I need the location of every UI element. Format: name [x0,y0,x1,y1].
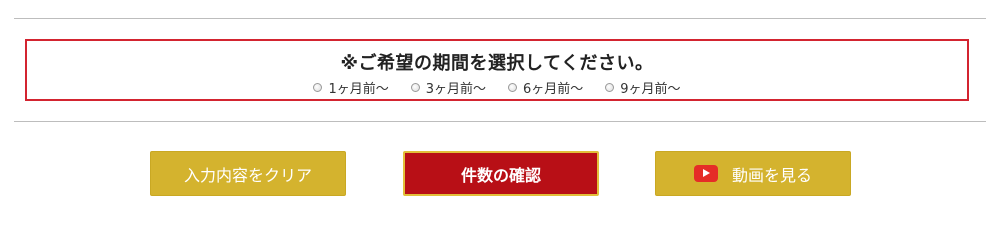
clear-input-label: 入力内容をクリア [183,165,312,185]
clear-input-button[interactable]: 入力内容をクリア [150,151,346,196]
period-option-label: 3ヶ月前〜 [425,82,486,97]
period-selection-box: ※ご希望の期間を選択してください。 1ヶ月前〜 3ヶ月前〜 6ヶ月前〜 9ヶ月前… [25,39,969,101]
radio-button[interactable] [410,83,420,92]
radio-button[interactable] [605,83,615,92]
radio-button[interactable] [313,83,323,92]
confirm-count-button[interactable]: 件数の確認 [403,151,599,196]
youtube-play-icon [693,165,718,182]
period-option-label: 1ヶ月前〜 [328,82,389,97]
page-root: ※ご希望の期間を選択してください。 1ヶ月前〜 3ヶ月前〜 6ヶ月前〜 9ヶ月前… [0,0,1000,217]
watch-video-button[interactable]: 動画を見る [655,151,851,196]
period-option-9-months[interactable]: 9ヶ月前〜 [605,78,681,97]
period-options: 1ヶ月前〜 3ヶ月前〜 6ヶ月前〜 9ヶ月前〜 [27,78,967,97]
period-option-label: 9ヶ月前〜 [620,82,681,97]
period-option-3-months[interactable]: 3ヶ月前〜 [410,78,486,97]
period-option-6-months[interactable]: 6ヶ月前〜 [508,78,583,97]
bottom-divider [14,121,986,122]
period-title: ※ご希望の期間を選択してください。 [340,53,654,74]
confirm-count-label: 件数の確認 [460,165,541,185]
period-option-1-month[interactable]: 1ヶ月前〜 [313,78,389,97]
radio-button[interactable] [508,83,517,92]
period-option-label: 6ヶ月前〜 [523,82,584,97]
top-divider [14,18,986,19]
watch-video-label: 動画を見る [731,165,812,185]
